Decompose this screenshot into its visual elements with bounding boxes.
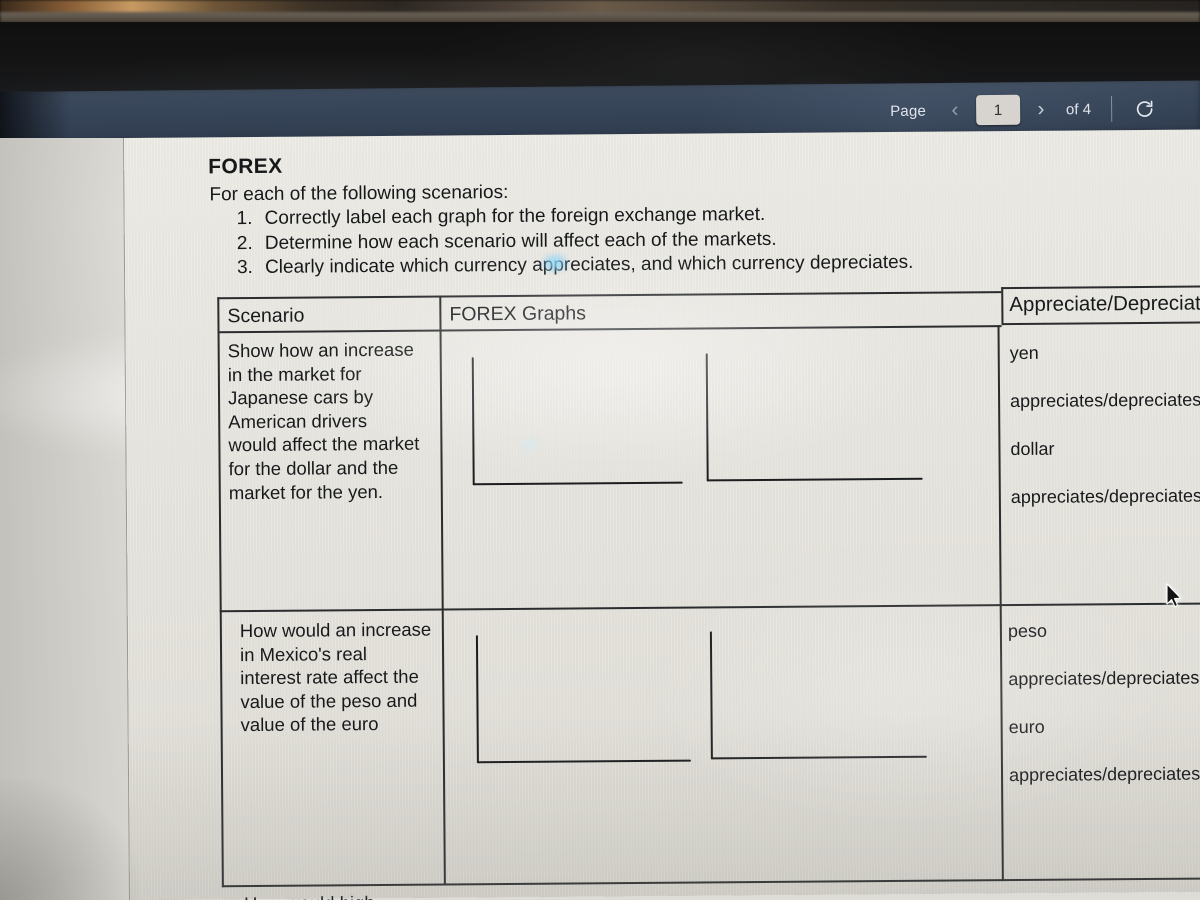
chevron-left-icon[interactable]: ‹ bbox=[940, 96, 970, 124]
photo-of-monitor: Page ‹ 1 › of 4 FOREX For each of the fo… bbox=[0, 0, 1200, 900]
scenario-cell-1: Show how an increase in the market for J… bbox=[227, 338, 420, 503]
table-row-divider-2 bbox=[221, 877, 1200, 887]
appreciate-depreciate-2-line-2: appreciates/depreciates bbox=[1008, 667, 1200, 690]
chevron-right-icon[interactable]: › bbox=[1026, 95, 1056, 123]
instruction-number: 3. bbox=[236, 256, 253, 279]
appreciate-depreciate-2-line-3: euro bbox=[1008, 716, 1045, 738]
table-divider-scenario-graphs bbox=[439, 295, 446, 886]
table-border-left bbox=[217, 297, 224, 888]
table-row-divider-1 bbox=[219, 602, 1200, 612]
appreciate-depreciate-2-line-1: peso bbox=[1007, 620, 1048, 642]
toolbar-divider bbox=[1110, 95, 1113, 122]
column-header-scenario: Scenario bbox=[227, 304, 305, 328]
page-title: FOREX bbox=[208, 154, 283, 179]
column-header-appreciate-depreciate: Appreciate/Depreciate bbox=[1009, 291, 1200, 317]
appreciate-depreciate-1-line-1: yen bbox=[1009, 342, 1039, 364]
column-header-graphs: FOREX Graphs bbox=[449, 302, 587, 326]
blank-axes-2b[interactable] bbox=[709, 630, 927, 760]
table-border-top bbox=[217, 291, 1002, 299]
appreciate-depreciate-1-line-2: appreciates/depreciates bbox=[1010, 389, 1200, 412]
page-navigation: Page ‹ 1 › of 4 bbox=[890, 93, 1160, 126]
instruction-text: Clearly indicate which currency apprecia… bbox=[264, 251, 914, 278]
intro-text: For each of the following scenarios: bbox=[209, 181, 509, 206]
scenario-cell-3-partial: How would high bbox=[244, 891, 454, 900]
blank-axes-1b[interactable] bbox=[705, 352, 923, 482]
page-number-input[interactable]: 1 bbox=[975, 94, 1021, 126]
pdf-page[interactable]: FOREX For each of the following scenario… bbox=[124, 129, 1200, 900]
instruction-item: 3. Clearly indicate which currency appre… bbox=[237, 251, 914, 281]
table-header-bottom-right bbox=[1001, 321, 1200, 325]
appreciate-depreciate-2-line-4: appreciates/depreciates bbox=[1008, 763, 1200, 786]
table-divider-right-header bbox=[1001, 287, 1004, 326]
refresh-icon[interactable] bbox=[1130, 93, 1160, 123]
page-total-label: of 4 bbox=[1065, 100, 1092, 118]
forex-table: Scenario FOREX Graphs Appreciate/Depreci… bbox=[215, 285, 1200, 900]
appreciate-depreciate-1-line-4: appreciates/depreciates bbox=[1010, 485, 1200, 508]
mouse-cursor-icon bbox=[1166, 583, 1184, 609]
blank-axes-2a[interactable] bbox=[475, 634, 691, 764]
instruction-number: 1. bbox=[236, 207, 253, 230]
table-header-bottom bbox=[217, 325, 1002, 333]
scenario-cell-2: How would an increase in Mexico's real i… bbox=[239, 618, 432, 736]
toolbar-shadow bbox=[0, 91, 71, 144]
page-label: Page bbox=[890, 102, 927, 120]
appreciate-depreciate-1-line-3: dollar bbox=[1010, 438, 1055, 460]
instruction-list: 1. Correctly label each graph for the fo… bbox=[237, 202, 914, 281]
instruction-number: 2. bbox=[236, 232, 253, 254]
blank-axes-1a[interactable] bbox=[471, 356, 683, 486]
table-border-top-right bbox=[1001, 285, 1200, 289]
worksheet-content: FOREX For each of the following scenario… bbox=[124, 129, 1200, 900]
